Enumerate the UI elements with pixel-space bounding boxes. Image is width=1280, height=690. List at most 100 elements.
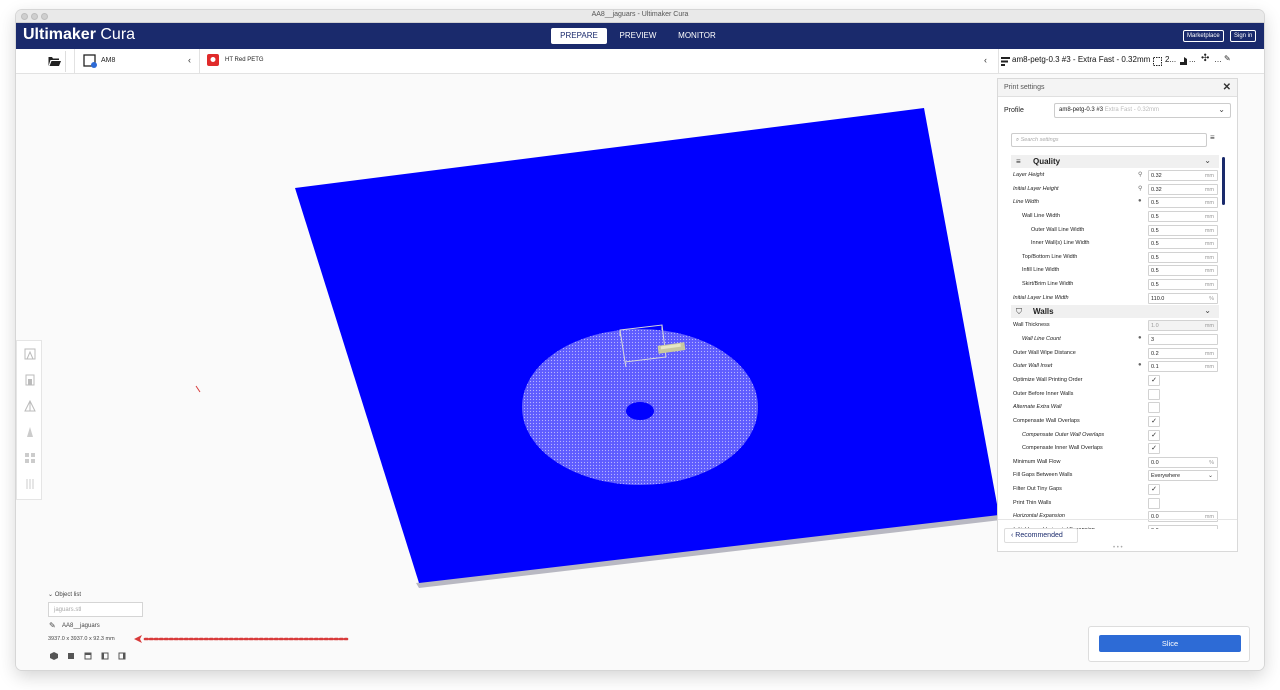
print-setup-summary[interactable]: am8-petg-0.3 #3 - Extra Fast - 0.32mm xyxy=(1012,55,1150,64)
setting-label: Print Thin Walls xyxy=(1013,499,1052,506)
chevron-down-icon: ⌄ xyxy=(1204,306,1211,316)
extra-summary[interactable]: … xyxy=(1214,55,1222,64)
reset-icon[interactable]: ● xyxy=(1138,362,1142,368)
slice-button[interactable]: Slice xyxy=(1099,635,1241,652)
setting-value: 0.1 xyxy=(1151,364,1159,371)
chevron-down-icon: ⌄ xyxy=(1218,105,1225,114)
setting-checkbox[interactable]: ✓ xyxy=(1148,429,1160,441)
setting-input[interactable]: 0.5 mm xyxy=(1148,197,1218,209)
link-icon[interactable]: ⚲ xyxy=(1138,171,1142,178)
setting-row: Fill Gaps Between Walls Everywhere ⌄ xyxy=(1011,469,1219,483)
material-name[interactable]: HT Red PETG xyxy=(225,57,264,63)
setting-input[interactable]: 0.5 mm xyxy=(1148,210,1218,222)
marketplace-button[interactable]: Marketplace xyxy=(1183,30,1224,42)
setting-checkbox[interactable] xyxy=(1148,497,1160,509)
view-top-icon[interactable] xyxy=(84,652,92,660)
setting-value: 0.32 xyxy=(1151,186,1162,193)
per-model-settings-icon[interactable] xyxy=(23,347,37,361)
setting-input[interactable]: 0.2 mm xyxy=(1148,347,1218,359)
setting-row: Infill Line Width 0.5 mm xyxy=(1011,264,1219,278)
view-3d-icon[interactable] xyxy=(50,652,58,660)
setting-value: 0.5 xyxy=(1151,254,1159,261)
setting-input[interactable]: 0.0% xyxy=(1148,456,1218,468)
search-settings-input[interactable]: ⌕ Search settings xyxy=(1011,133,1207,147)
support-summary[interactable]: 2... xyxy=(1165,55,1176,64)
support-blocker-icon[interactable] xyxy=(23,373,37,387)
profile-label: Profile xyxy=(1004,107,1024,114)
setting-checkbox[interactable]: ✓ xyxy=(1148,443,1160,455)
setting-checkbox[interactable]: ✓ xyxy=(1148,374,1160,386)
setting-select[interactable]: Everywhere ⌄ xyxy=(1148,470,1218,482)
profile-dropdown[interactable]: am8-petg-0.3 #3 Extra Fast - 0.32mm ⌄ xyxy=(1054,103,1231,118)
sign-in-button[interactable]: Sign in xyxy=(1230,30,1257,42)
open-file-button[interactable] xyxy=(42,51,66,72)
tab-monitor[interactable]: MONITOR xyxy=(669,28,725,44)
tab-prepare[interactable]: PREPARE xyxy=(551,28,607,44)
setting-unit: mm xyxy=(1204,213,1214,220)
red-marker xyxy=(195,385,201,393)
setting-input[interactable]: 1.0 mm xyxy=(1148,320,1218,332)
view-left-icon[interactable] xyxy=(101,652,109,660)
setting-row: Wall Line Count ● 3 xyxy=(1011,333,1219,347)
pencil-icon[interactable]: ✎ xyxy=(49,621,56,630)
setting-unit: mm xyxy=(1204,227,1214,234)
setting-row: Compensate Outer Wall Overlaps ✓ xyxy=(1011,429,1219,443)
setting-checkbox[interactable] xyxy=(1148,402,1160,414)
setting-input[interactable]: 0.5 mm xyxy=(1148,238,1218,250)
setting-unit: mm xyxy=(1204,254,1214,261)
setting-label: Filter Out Tiny Gaps xyxy=(1013,486,1062,493)
setting-unit: % xyxy=(1209,459,1214,466)
setting-input[interactable]: 0.0mm xyxy=(1148,511,1218,523)
object-list-header[interactable]: ⌄ Object list xyxy=(48,591,81,598)
setting-row: Wall Line Width 0.5 mm xyxy=(1011,210,1219,224)
category-walls[interactable]: ⛉ Walls ⌄ xyxy=(1011,305,1219,319)
settings-menu-icon[interactable]: ≡ xyxy=(1210,133,1215,142)
setting-checkbox[interactable]: ✓ xyxy=(1148,484,1160,496)
mirror-icon[interactable] xyxy=(23,399,37,413)
action-panel: Slice xyxy=(1088,626,1250,662)
tab-preview[interactable]: PREVIEW xyxy=(610,28,666,44)
print-settings-panel: Print settings ✕ Profile am8-petg-0.3 #3… xyxy=(997,78,1238,552)
setting-row: Line Width ● 0.5 mm xyxy=(1011,196,1219,210)
setting-input[interactable]: 0.5 mm xyxy=(1148,279,1218,291)
reset-icon[interactable]: ● xyxy=(1138,335,1142,341)
setting-input[interactable]: 0.5 mm xyxy=(1148,251,1218,263)
setting-input[interactable]: 0.32 mm xyxy=(1148,183,1218,195)
reset-icon[interactable]: ● xyxy=(1138,198,1142,204)
settings-scrollbar[interactable] xyxy=(1222,157,1225,205)
settings-list: ≡ Quality ⌄ Layer Height ⚲ 0.32 mm Initial Laye… xyxy=(1011,155,1219,529)
category-quality[interactable]: ≡ Quality ⌄ xyxy=(1011,155,1219,168)
setting-label: Infill Line Width xyxy=(1022,267,1060,274)
setting-input[interactable]: 0.0mm xyxy=(1148,525,1218,529)
setting-row: Minimum Wall Flow 0.0% xyxy=(1011,456,1219,470)
setting-input[interactable]: 0.1 mm xyxy=(1148,361,1218,373)
setting-value: 0.5 xyxy=(1151,200,1159,207)
machine-selector[interactable]: AM8 ‹ xyxy=(74,49,200,74)
scale-icon[interactable] xyxy=(23,451,37,465)
setting-unit: mm xyxy=(1204,173,1214,179)
chevron-down-icon: ⌄ xyxy=(48,592,55,598)
move-tool-icon[interactable] xyxy=(23,477,37,491)
setting-checkbox[interactable] xyxy=(1148,388,1160,400)
folder-icon xyxy=(48,57,61,66)
rotate-icon[interactable] xyxy=(23,425,37,439)
setting-input[interactable]: 110.0% xyxy=(1148,292,1218,304)
link-icon[interactable]: ⚲ xyxy=(1138,185,1142,192)
setting-input[interactable]: 3 xyxy=(1148,334,1218,346)
view-front-icon[interactable] xyxy=(67,652,75,660)
object-list-file[interactable]: jaguars.stl xyxy=(48,602,143,617)
pencil-icon[interactable]: ✎ xyxy=(1224,54,1231,63)
setting-input[interactable]: 0.5 mm xyxy=(1148,265,1218,277)
panel-resize-handle[interactable]: • • • xyxy=(1113,545,1123,551)
setting-row: Inner Wall(s) Line Width 0.5 mm xyxy=(1011,237,1219,251)
close-icon[interactable]: ✕ xyxy=(1223,82,1231,93)
profile-value: am8-petg-0.3 #3 xyxy=(1059,107,1104,113)
setting-checkbox[interactable]: ✓ xyxy=(1148,415,1160,427)
view-right-icon[interactable] xyxy=(118,652,126,660)
setting-value: 1.0 xyxy=(1151,323,1159,330)
chevron-left-icon[interactable]: ‹ xyxy=(984,55,987,65)
setting-input[interactable]: 0.5 mm xyxy=(1148,224,1218,236)
adhesion-summary[interactable]: ... xyxy=(1189,55,1196,64)
setting-input[interactable]: 0.32 mm xyxy=(1148,170,1218,181)
recommended-button[interactable]: ‹ Recommended xyxy=(1004,528,1078,543)
